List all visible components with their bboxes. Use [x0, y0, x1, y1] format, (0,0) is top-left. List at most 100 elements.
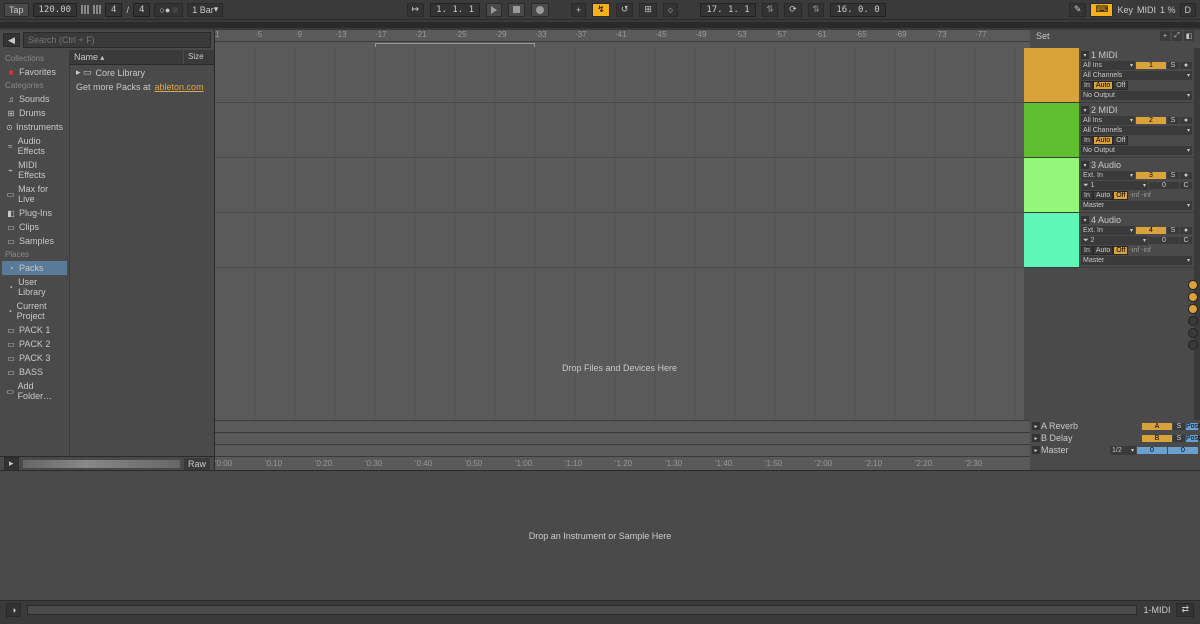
key-map-button[interactable]: Key — [1117, 5, 1133, 15]
arm-button[interactable]: ● — [1180, 172, 1192, 179]
category-midi-effects[interactable]: ⌁MIDI Effects — [2, 158, 67, 182]
arm-button[interactable]: ● — [1180, 227, 1192, 234]
browser-item-core-library[interactable]: ▸ ▭ Core Library — [70, 65, 214, 80]
track-fold-button[interactable]: ▾ — [1081, 216, 1089, 224]
post-button[interactable]: Post — [1186, 423, 1198, 430]
track-volume[interactable]: 2 — [1136, 117, 1166, 124]
metronome-button[interactable]: ○● — [154, 3, 183, 17]
raw-button[interactable]: Raw — [184, 458, 210, 470]
show-hide-view-button[interactable]: ◑ — [6, 603, 21, 617]
time-ruler[interactable]: '0:00'0:10'0:20'0:30'0:40'0:50'1:00'1:10… — [215, 456, 1030, 470]
category-samples[interactable]: ▭Samples — [2, 234, 67, 248]
place-current-project[interactable]: ◔Current Project — [2, 299, 67, 323]
solo-button[interactable]: S — [1173, 423, 1185, 430]
search-input[interactable] — [23, 32, 211, 48]
return-volume[interactable]: B — [1142, 435, 1172, 442]
browser-collapse-button[interactable]: ◀ — [3, 33, 20, 47]
master-name[interactable]: Master — [1041, 445, 1109, 455]
punch-out-button[interactable]: ⥮ — [808, 3, 825, 17]
quantize-menu[interactable]: 1 Bar ▾ — [187, 3, 223, 17]
nudge-down-icon[interactable] — [81, 5, 89, 14]
track-name[interactable]: 2 MIDI — [1091, 105, 1118, 115]
return-name[interactable]: A Reverb — [1041, 421, 1141, 431]
solo-button[interactable]: S — [1167, 172, 1179, 179]
category-max-for-live[interactable]: ▭Max for Live — [2, 182, 67, 206]
set-io-button[interactable]: ◧ — [1184, 31, 1194, 41]
category-instruments[interactable]: ⊙Instruments — [2, 120, 67, 134]
set-add-button[interactable]: + — [1160, 31, 1170, 41]
arrangement-position[interactable]: 1. 1. 1 — [430, 3, 480, 17]
track-name[interactable]: 1 MIDI — [1091, 50, 1118, 60]
device-view[interactable]: Drop an Instrument or Sample Here — [0, 470, 1200, 600]
place-bass[interactable]: ▭BASS — [2, 365, 67, 379]
pan[interactable]: C — [1180, 237, 1192, 244]
overdub-button[interactable]: + — [571, 3, 586, 17]
output-routing[interactable]: No Output — [1081, 91, 1192, 100]
monitor-toggle[interactable]: InAutoOff — [1081, 191, 1128, 200]
loop-length[interactable]: 16. 0. 0 — [830, 3, 885, 17]
place-pack-1[interactable]: ▭PACK 1 — [2, 323, 67, 337]
monitor-toggle[interactable]: InAutoOff — [1081, 81, 1128, 90]
place-add-folder-[interactable]: ▭Add Folder… — [2, 379, 67, 403]
arm-button[interactable]: ● — [1180, 62, 1192, 69]
crossfade-section-toggle[interactable] — [1188, 328, 1198, 338]
track-color[interactable] — [1024, 158, 1079, 212]
category-clips[interactable]: ▭Clips — [2, 220, 67, 234]
record-button[interactable] — [531, 3, 549, 17]
play-button[interactable] — [486, 3, 502, 17]
io-section-toggle[interactable] — [1188, 280, 1198, 290]
returns-section-toggle[interactable] — [1188, 304, 1198, 314]
category-sounds[interactable]: ♫Sounds — [2, 92, 67, 106]
global-quantize[interactable]: 1/2 — [1110, 446, 1136, 455]
post-button[interactable]: Post — [1186, 435, 1198, 442]
solo-button[interactable]: S — [1167, 117, 1179, 124]
time-sig-den[interactable]: 4 — [133, 3, 150, 17]
master-cue[interactable]: 0 — [1168, 447, 1198, 454]
category-plug-ins[interactable]: ◧Plug-Ins — [2, 206, 67, 220]
category-drums[interactable]: ⊞Drums — [2, 106, 67, 120]
input-type[interactable]: All Ins — [1081, 61, 1135, 70]
loop-button[interactable]: ⟳ — [784, 3, 802, 17]
overload-indicator[interactable]: D — [1180, 3, 1197, 17]
hot-swap-button[interactable]: ⇄ — [1176, 603, 1194, 617]
return-name[interactable]: B Delay — [1041, 433, 1141, 443]
punch-in-button[interactable]: ⥮ — [762, 3, 779, 17]
output-routing[interactable]: Master — [1081, 201, 1192, 210]
track-name[interactable]: 4 Audio — [1091, 215, 1121, 225]
collection-favorites[interactable]: ■Favorites — [2, 65, 67, 79]
place-pack-2[interactable]: ▭PACK 2 — [2, 337, 67, 351]
pan[interactable]: C — [1180, 182, 1192, 189]
input-type[interactable]: Ext. In — [1081, 171, 1135, 180]
solo-button[interactable]: S — [1173, 435, 1185, 442]
tap-tempo-button[interactable]: Tap — [4, 3, 29, 17]
place-user-library[interactable]: ◔User Library — [2, 275, 67, 299]
loop-brace[interactable] — [375, 43, 535, 47]
track-fold-button[interactable]: ▸ — [1032, 446, 1040, 454]
capture-button[interactable]: ⊞ — [639, 3, 657, 17]
delay-section-toggle[interactable] — [1188, 340, 1198, 350]
input-type[interactable]: Ext. In — [1081, 226, 1135, 235]
session-record-button[interactable]: ○ — [663, 3, 678, 17]
output-routing[interactable]: Master — [1081, 256, 1192, 265]
loop-start[interactable]: 17. 1. 1 — [700, 3, 755, 17]
place-packs[interactable]: ◔Packs — [2, 261, 67, 275]
track-volume[interactable]: 3 — [1136, 172, 1166, 179]
input-channel[interactable]: ⏷ 1 — [1081, 181, 1148, 190]
category-audio-effects[interactable]: ≈Audio Effects — [2, 134, 67, 158]
track-volume[interactable]: 4 — [1136, 227, 1166, 234]
nudge-up-icon[interactable] — [93, 5, 101, 14]
follow-button[interactable]: ↦ — [407, 3, 425, 17]
arrangement-overview[interactable] — [0, 22, 1200, 28]
arm-button[interactable]: ● — [1180, 117, 1192, 124]
send-a[interactable]: 0 — [1149, 182, 1179, 189]
horizontal-scrollbar[interactable] — [27, 605, 1137, 615]
track-fold-button[interactable]: ▸ — [1032, 422, 1040, 430]
return-volume[interactable]: A — [1142, 423, 1172, 430]
track-color[interactable] — [1024, 213, 1079, 267]
input-type[interactable]: All Ins — [1081, 116, 1135, 125]
track-color[interactable] — [1024, 103, 1079, 157]
column-size-header[interactable]: Size — [184, 50, 214, 64]
automation-arm-button[interactable]: ↯ — [592, 3, 610, 17]
track-fold-button[interactable]: ▾ — [1081, 106, 1089, 114]
monitor-toggle[interactable]: InAutoOff — [1081, 136, 1128, 145]
